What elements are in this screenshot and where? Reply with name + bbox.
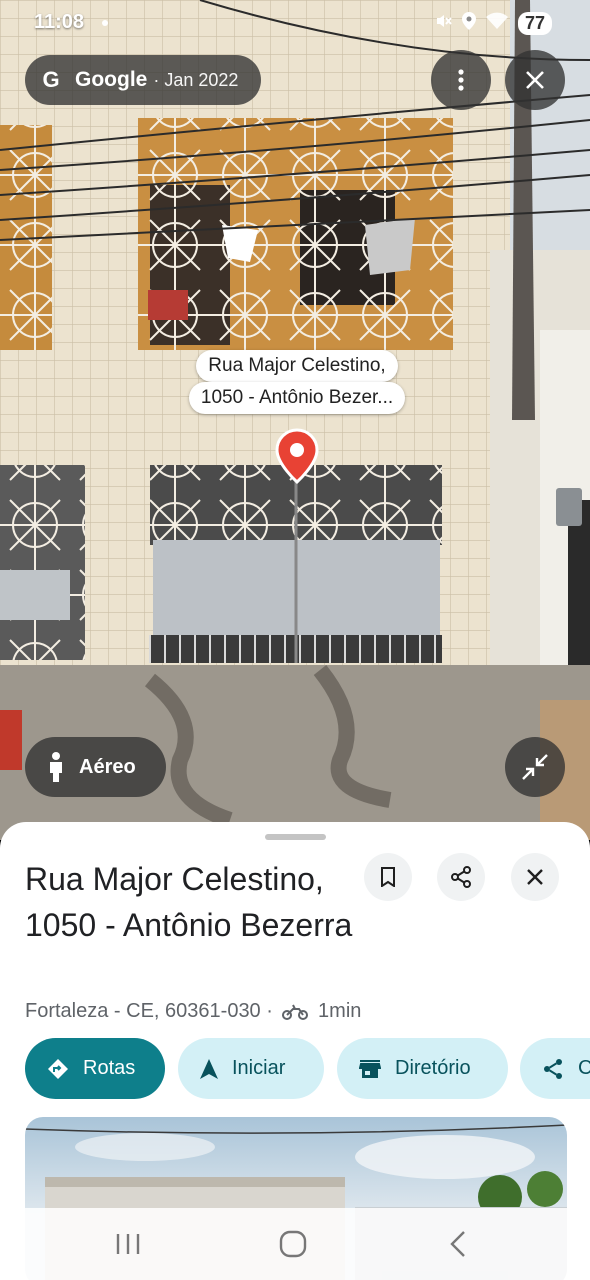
street-view-image — [0, 0, 590, 840]
start-button[interactable]: Iniciar — [178, 1038, 324, 1099]
mute-icon — [434, 12, 452, 35]
share-icon — [542, 1058, 564, 1080]
pegman-icon — [50, 752, 62, 782]
location-pin-icon[interactable] — [275, 428, 319, 484]
save-button[interactable] — [364, 853, 412, 901]
place-address: Fortaleza - CE, 60361-030 · — [25, 1000, 273, 1022]
more-vert-icon — [458, 69, 464, 91]
system-navigation-bar — [0, 1208, 590, 1280]
share-chip-button[interactable]: C — [520, 1038, 590, 1099]
close-icon — [526, 71, 544, 89]
motorcycle-icon — [282, 1004, 309, 1020]
place-subtitle: Fortaleza - CE, 60361-030 · 1min — [25, 1000, 361, 1023]
recent-apps-icon — [116, 1234, 140, 1254]
store-icon — [359, 1059, 381, 1079]
street-view-panorama[interactable] — [0, 0, 590, 840]
close-sheet-button[interactable] — [511, 853, 559, 901]
back-icon — [450, 1231, 465, 1257]
aerial-view-label: Aéreo — [79, 755, 136, 778]
collapse-icon — [522, 754, 548, 780]
share-button[interactable] — [437, 853, 485, 901]
bookmark-icon — [381, 867, 395, 887]
directions-icon — [47, 1058, 69, 1080]
back-button[interactable] — [418, 1208, 498, 1280]
navigation-arrow-icon — [200, 1058, 218, 1079]
provider-label: Google — [75, 68, 148, 91]
location-icon — [461, 12, 476, 35]
more-options-button[interactable] — [431, 50, 491, 110]
close-icon — [527, 869, 543, 885]
recent-apps-button[interactable] — [88, 1208, 168, 1280]
home-icon — [279, 1230, 307, 1258]
share-icon — [451, 866, 471, 888]
address-label-line1: Rua Major Celestino, — [196, 350, 398, 382]
imagery-date: · Jan 2022 — [153, 69, 239, 90]
directions-label: Rotas — [83, 1057, 136, 1079]
place-title: Rua Major Celestino, 1050 - Antônio Beze… — [25, 861, 353, 943]
directory-label: Diretório — [395, 1057, 471, 1079]
share-chip-label: C — [578, 1057, 590, 1079]
notification-dot — [102, 20, 108, 26]
battery-icon: 77 — [517, 12, 552, 35]
drag-handle[interactable] — [265, 834, 326, 840]
directions-button[interactable]: Rotas — [25, 1038, 165, 1099]
street-view-address-label[interactable]: Rua Major Celestino, 1050 - Antônio Beze… — [173, 350, 421, 414]
wifi-icon — [485, 12, 508, 35]
address-label-line2: 1050 - Antônio Bezer... — [188, 382, 406, 414]
home-button[interactable] — [253, 1208, 333, 1280]
aerial-view-button[interactable]: Aéreo — [25, 737, 166, 797]
collapse-view-button[interactable] — [505, 737, 565, 797]
travel-time: 1min — [318, 1000, 362, 1022]
status-bar: 11:08 77 — [0, 0, 590, 46]
start-label: Iniciar — [232, 1057, 286, 1079]
status-time: 11:08 — [34, 11, 85, 33]
directory-button[interactable]: Diretório — [337, 1038, 508, 1099]
imagery-date-chip[interactable]: G Google · Jan 2022 — [25, 55, 261, 105]
close-street-view-button[interactable] — [505, 50, 565, 110]
google-g-icon: G — [42, 67, 60, 92]
status-icons: 77 — [434, 12, 552, 35]
